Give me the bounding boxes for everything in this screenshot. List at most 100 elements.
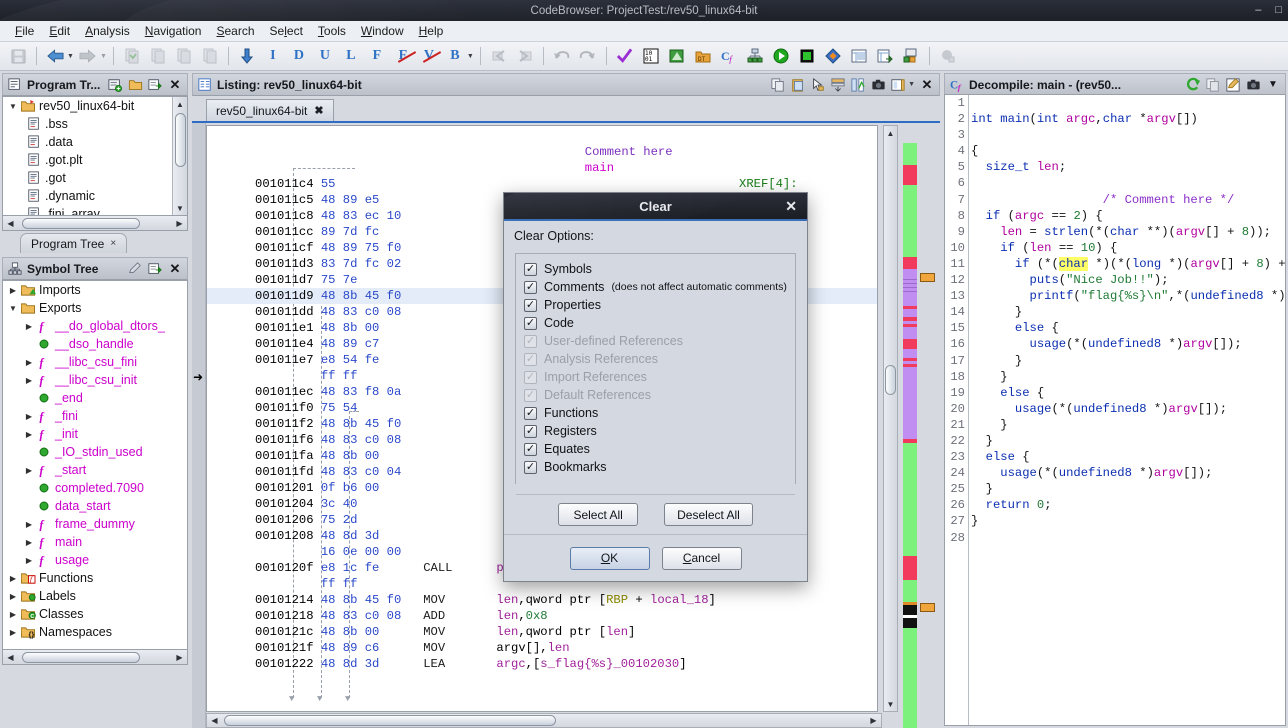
- decompiler-code-line[interactable]: }: [971, 369, 1285, 385]
- menu-analysis[interactable]: Analysis: [78, 22, 137, 40]
- scroll-left-icon[interactable]: ◀: [207, 714, 222, 727]
- vscroll-track[interactable]: [884, 140, 897, 697]
- program-tree-hscrollbar[interactable]: ◀ ▶: [2, 216, 188, 231]
- scroll-down-icon[interactable]: ▼: [884, 697, 897, 711]
- symbol-tree-node[interactable]: data_start: [3, 497, 187, 515]
- table-icon[interactable]: [847, 44, 871, 68]
- decompiler-code-line[interactable]: usage(*(undefined8 *)argv[]);: [971, 465, 1285, 481]
- listing-row[interactable]: 0010121c 48 8b 00 MOV len,qword ptr [len…: [207, 624, 877, 640]
- listing-vscrollbar[interactable]: ▲ ▼: [883, 125, 898, 712]
- listing-row[interactable]: 00101218 48 83 c0 08 ADD len,0x8: [207, 608, 877, 624]
- decompiler-code-line[interactable]: return 0;: [971, 497, 1285, 513]
- expander-icon[interactable]: ▶: [23, 538, 35, 547]
- instruction-I-icon[interactable]: I: [261, 44, 285, 68]
- symbol-tree-node[interactable]: ▼Exports: [3, 299, 187, 317]
- decompiler-code-line[interactable]: len = strlen(*(char **)(argv[] + 8));: [971, 224, 1285, 240]
- redo-icon[interactable]: [576, 44, 600, 68]
- menu-search[interactable]: Search: [209, 22, 261, 40]
- decompiler-code-line[interactable]: else {: [971, 320, 1285, 336]
- close-icon[interactable]: ✕: [167, 77, 183, 93]
- decompiler-icon[interactable]: Cf: [717, 44, 741, 68]
- snapshot-first-icon[interactable]: [172, 44, 196, 68]
- symbol-tree-node[interactable]: ▶fframe_dummy: [3, 515, 187, 533]
- disassemble-down-icon[interactable]: [235, 44, 259, 68]
- tree-item-got[interactable]: .got: [3, 169, 187, 187]
- close-icon[interactable]: ✕: [785, 198, 797, 215]
- select-cursor-icon[interactable]: [810, 77, 826, 93]
- memory-map-icon[interactable]: [665, 44, 689, 68]
- menu-edit[interactable]: Edit: [42, 22, 77, 40]
- bookmark-marker[interactable]: [920, 273, 935, 282]
- decompiler-code-line[interactable]: }: [971, 417, 1285, 433]
- decompiler-code-line[interactable]: usage(*(undefined8 *)argv[]);: [971, 401, 1285, 417]
- tree-item-finiarray[interactable]: .fini_array: [3, 205, 187, 216]
- compare-icon[interactable]: [899, 44, 923, 68]
- symbol-tree-node[interactable]: ▶{}Namespaces: [3, 623, 187, 641]
- checkbox-equates[interactable]: ✓: [524, 443, 537, 456]
- tree-item-dynamic[interactable]: .dynamic: [3, 187, 187, 205]
- hscroll-thumb[interactable]: [224, 715, 556, 726]
- run-icon[interactable]: [769, 44, 793, 68]
- symbol-tree-node[interactable]: ▶f_init: [3, 425, 187, 443]
- expander-icon[interactable]: ▶: [23, 358, 35, 367]
- expander-icon[interactable]: ▶: [23, 466, 35, 475]
- clear-flow-repair-icon[interactable]: V: [417, 44, 441, 68]
- refresh-icon[interactable]: [936, 44, 960, 68]
- edit-icon[interactable]: [127, 261, 143, 277]
- open-folder-icon[interactable]: [127, 77, 143, 93]
- symbol-tree-node[interactable]: completed.7090: [3, 479, 187, 497]
- scroll-left-icon[interactable]: ◀: [3, 651, 18, 664]
- hscroll-thumb[interactable]: [22, 652, 140, 663]
- expander-icon[interactable]: ▶: [23, 376, 35, 385]
- decompiler-code-area[interactable]: 1234567891011121314151617181920212223242…: [944, 94, 1286, 726]
- symbol-tree-node[interactable]: ▶fmain: [3, 533, 187, 551]
- decompiler-code-line[interactable]: }: [971, 513, 1285, 529]
- expander-icon[interactable]: ▶: [7, 286, 19, 295]
- hscroll-track[interactable]: [18, 651, 172, 664]
- layout-dropdown-icon[interactable]: ▼: [908, 81, 915, 88]
- forward-arrow-icon[interactable]: [76, 44, 100, 68]
- hscroll-track[interactable]: [18, 217, 172, 230]
- menu-tools[interactable]: Tools: [311, 22, 353, 40]
- next-function-icon[interactable]: [513, 44, 537, 68]
- expander-icon[interactable]: ▶: [23, 556, 35, 565]
- decompiler-code-line[interactable]: else {: [971, 385, 1285, 401]
- expander-icon[interactable]: ▶: [7, 610, 19, 619]
- back-arrow-icon[interactable]: [43, 44, 67, 68]
- symbol-tree-node[interactable]: ▶CClasses: [3, 605, 187, 623]
- snapshot-camera-icon[interactable]: [870, 77, 886, 93]
- expander-icon[interactable]: ▶: [23, 520, 35, 529]
- new-folder-icon[interactable]: [107, 77, 123, 93]
- symbol-tree-node[interactable]: __dso_handle: [3, 335, 187, 353]
- listing-marker-bar[interactable]: [918, 125, 938, 712]
- symbol-tree-node[interactable]: ▶f_fini: [3, 407, 187, 425]
- decompiler-code-line[interactable]: printf("flag{%s}\n",*(undefined8 *)(ar: [971, 288, 1285, 304]
- goto-icon[interactable]: [147, 77, 163, 93]
- symbol-tree-node[interactable]: ▶Imports: [3, 281, 187, 299]
- menu-window[interactable]: Window: [354, 22, 411, 40]
- clear-option-row[interactable]: ✓Symbols: [524, 260, 787, 278]
- clear-option-row[interactable]: ✓Registers: [524, 422, 787, 440]
- clear-flow-icon[interactable]: F: [391, 44, 415, 68]
- listing-hscrollbar[interactable]: ◀ ▶: [206, 713, 882, 728]
- tree-item-gotplt[interactable]: .got.plt: [3, 151, 187, 169]
- expander-icon[interactable]: ▶: [23, 430, 35, 439]
- bookmark-dropdown-icon[interactable]: ▼: [467, 53, 474, 60]
- forward-dropdown-icon[interactable]: ▼: [100, 53, 107, 60]
- tab-program-tree[interactable]: Program Tree ×: [20, 233, 127, 253]
- decompiler-code-line[interactable]: [971, 127, 1285, 143]
- symbol-tree-node[interactable]: ▶f__libc_csu_init: [3, 371, 187, 389]
- decompiler-code-line[interactable]: else {: [971, 449, 1285, 465]
- copy-icon[interactable]: [1205, 77, 1221, 93]
- scroll-down-icon[interactable]: ▼: [174, 201, 187, 215]
- checkbox-code[interactable]: ✓: [524, 317, 537, 330]
- symbol-tree-node[interactable]: ▶Labels: [3, 587, 187, 605]
- listing-row[interactable]: 00101214 48 8b 45 f0 MOV len,qword ptr […: [207, 592, 877, 608]
- expander-icon[interactable]: ▶: [7, 592, 19, 601]
- data-type-manager-icon[interactable]: DT: [691, 44, 715, 68]
- decompiler-code-line[interactable]: int main(int argc,char *argv[]): [971, 111, 1285, 127]
- checkbox-symbols[interactable]: ✓: [524, 263, 537, 276]
- decompiler-code-line[interactable]: usage(*(undefined8 *)argv[]);: [971, 336, 1285, 352]
- decompiler-code-line[interactable]: if (argc == 2) {: [971, 208, 1285, 224]
- diamond-icon[interactable]: [821, 44, 845, 68]
